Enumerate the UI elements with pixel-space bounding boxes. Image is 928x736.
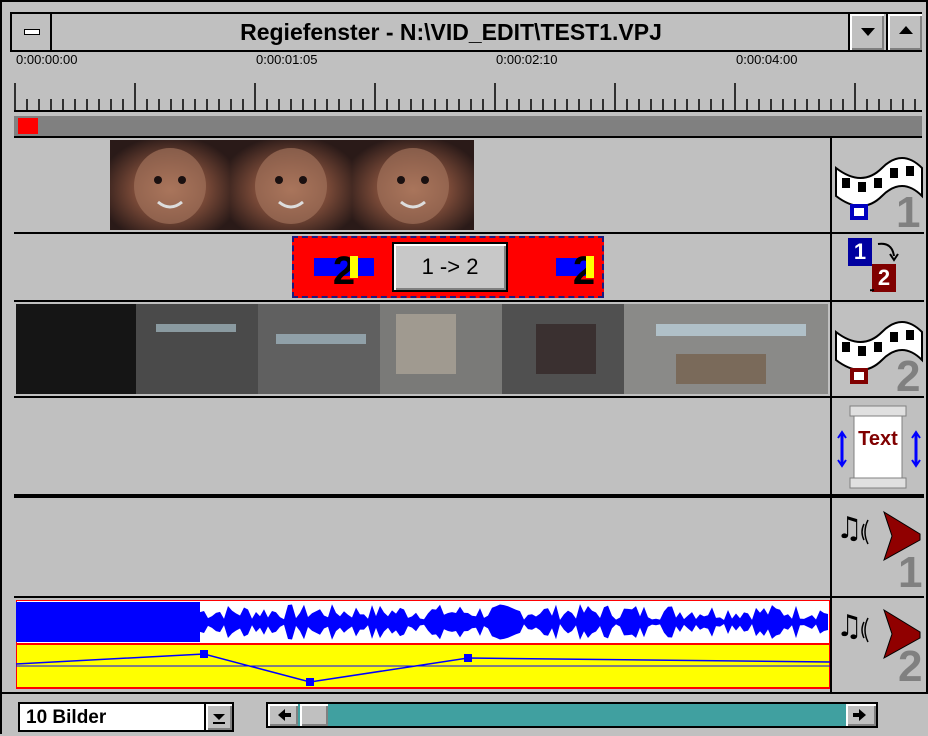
audio-track-2[interactable] [14, 598, 830, 692]
transition-button[interactable]: 1 -> 2 [392, 242, 508, 292]
audio-clip-2[interactable] [16, 600, 830, 690]
video-2-number: 2 [896, 352, 921, 401]
zoom-select[interactable]: 10 Bilder [18, 702, 234, 732]
timecode-3: 0:00:04:00 [736, 52, 798, 67]
svg-text:♫: ♫ [836, 609, 863, 644]
timecode-0: 0:00:00:00 [16, 52, 78, 67]
svg-text:♫: ♫ [836, 511, 863, 546]
audio-1-number: 1 [898, 548, 923, 597]
scroll-right-button[interactable] [846, 704, 876, 726]
video-track-2[interactable] [14, 302, 830, 398]
minimize-icon [861, 28, 875, 36]
swap-arrows-icon [870, 242, 899, 292]
position-marker[interactable] [18, 118, 38, 134]
text-track[interactable] [14, 398, 830, 498]
title-bar[interactable]: Regiefenster - N:\VID_EDIT\TEST1.VPJ [10, 12, 922, 52]
video-1-track-icon[interactable]: 1 [832, 138, 924, 237]
position-bar[interactable] [14, 116, 922, 136]
scroll-left-button[interactable] [268, 704, 298, 726]
clip-frame [110, 140, 474, 230]
audio-1-track-icon[interactable]: ♫ 1 [832, 498, 924, 598]
video-clip-1[interactable] [110, 140, 474, 230]
envelope-point [200, 650, 208, 658]
minimize-button[interactable] [848, 14, 884, 50]
envelope-point [306, 678, 314, 686]
system-menu-button[interactable] [12, 14, 52, 50]
audio-2-track-icon[interactable]: ♫ 2 [832, 598, 924, 692]
zoom-select-value: 10 Bilder [26, 707, 107, 728]
text-track-label: Text [858, 428, 898, 450]
track-icons-column: 1 1 2 2 Text ♫ 1 ♫ 2 [830, 138, 924, 692]
transition-clip[interactable]: 2 1 -> 2 2 [292, 236, 604, 298]
horizontal-scrollbar[interactable] [266, 702, 878, 728]
window-title: Regiefenster - N:\VID_EDIT\TEST1.VPJ [240, 19, 662, 45]
timeline-ruler[interactable] [14, 82, 922, 112]
maximize-icon [899, 26, 913, 34]
text-track-icon[interactable]: Text [832, 398, 924, 498]
timecode-2: 0:00:02:10 [496, 52, 558, 67]
audio-track-1[interactable] [14, 498, 830, 598]
zoom-dropdown-button[interactable] [204, 704, 232, 730]
transition-marker-left-icon: 2 [314, 249, 374, 290]
video-clip-2[interactable] [16, 304, 828, 394]
system-menu-icon [24, 29, 40, 35]
transition-track-icon[interactable]: 1 2 [832, 234, 924, 302]
timecode-1: 0:00:01:05 [256, 52, 318, 67]
chevron-down-icon [213, 714, 225, 724]
transition-badge-1: 1 [848, 238, 872, 266]
director-window: Regiefenster - N:\VID_EDIT\TEST1.VPJ 0:0… [0, 0, 928, 736]
maximize-button[interactable] [886, 14, 922, 50]
scroll-thumb[interactable] [300, 704, 328, 726]
transition-marker-right-icon: 2 [556, 249, 595, 290]
audio-2-number: 2 [898, 642, 923, 691]
video-2-track-icon[interactable]: 2 [832, 302, 924, 401]
video-1-number: 1 [896, 188, 921, 237]
arrow-left-icon [278, 709, 291, 721]
video-track-1[interactable] [14, 138, 830, 234]
arrow-right-icon [853, 709, 866, 721]
bottom-bar: 10 Bilder [2, 692, 928, 736]
envelope-point [464, 654, 472, 662]
